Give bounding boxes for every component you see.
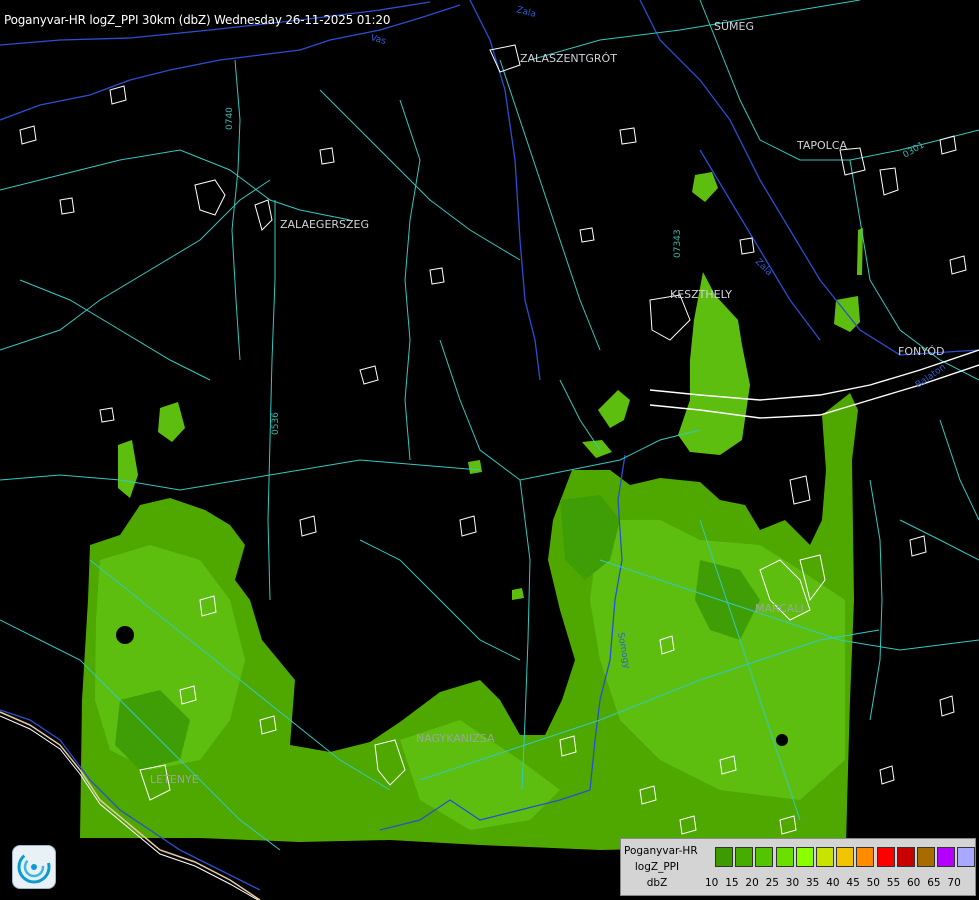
river-label-zala-east: Zala xyxy=(753,257,774,278)
legend-swatch xyxy=(836,847,855,867)
legend-swatch xyxy=(896,847,915,867)
legend-tick-label: 65 xyxy=(927,877,941,889)
echo-dot xyxy=(468,460,482,474)
place-fonyod: FONYÓD xyxy=(898,345,944,358)
legend-tick-label: 50 xyxy=(866,877,880,889)
place-zalaszentgrot: ZALASZENTGRÓT xyxy=(520,52,617,65)
legend-title-radar: Poganyvar-HR xyxy=(624,845,698,857)
echo-hole-1 xyxy=(116,626,134,644)
echo-north-small xyxy=(692,172,718,202)
echo-mid-patch-2 xyxy=(582,440,612,458)
legend-tick-label: 30 xyxy=(785,877,800,889)
road-label-0740: 0740 xyxy=(225,107,235,130)
place-letenye: LETENYE xyxy=(150,773,199,786)
legend-swatch xyxy=(937,847,956,867)
road-label-0301: 0301 xyxy=(902,140,927,160)
road-label-0536: 0536 xyxy=(271,412,281,435)
river-label-zala-north: Zala xyxy=(515,5,537,20)
legend-swatch xyxy=(916,847,935,867)
place-marcali: MARCALI xyxy=(755,602,804,615)
legend-swatch xyxy=(715,847,733,867)
met-service-logo xyxy=(12,845,56,889)
legend-swatch xyxy=(957,847,976,867)
place-keszthely: KESZTHELY xyxy=(670,288,732,301)
legend-tick-label: 20 xyxy=(745,877,759,889)
legend-swatch xyxy=(735,847,754,867)
legend-tick-label: 25 xyxy=(765,877,779,889)
road-number-labels: 0740 0536 07343 0301 xyxy=(225,107,926,435)
place-zalaegerszeg: ZALAEGERSZEG xyxy=(280,218,369,231)
river-label-vas: Vas xyxy=(369,33,387,47)
legend-unit: dbZ xyxy=(646,877,668,889)
dbz-color-legend: Poganyvar-HR logZ_PPI dbZ 10 15 20 25 30 35 40… xyxy=(620,838,976,896)
road-label-07343: 07343 xyxy=(673,229,683,258)
radar-map[interactable]: SÜMEG ZALASZENTGRÓT TAPOLCA ZALAEGERSZEG… xyxy=(0,0,979,900)
place-nagykanizsa: NAGYKANIZSA xyxy=(416,732,495,745)
echo-west-small-2 xyxy=(118,440,138,498)
echo-dot-2 xyxy=(512,588,524,600)
river-east xyxy=(639,0,979,356)
legend-tick-label: 45 xyxy=(846,877,860,889)
legend-ticks: 10 15 20 25 30 35 40 45 50 55 60 65 70 xyxy=(705,877,975,891)
legend-swatch xyxy=(876,847,895,867)
legend-tick-label: 15 xyxy=(725,877,739,889)
echo-west-small-1 xyxy=(158,402,185,442)
legend-tick-label: 10 xyxy=(705,877,719,889)
legend-swatch xyxy=(856,847,875,867)
place-tapolca: TAPOLCA xyxy=(796,139,847,152)
legend-tick-label: 70 xyxy=(947,877,961,889)
legend-tick-label: 40 xyxy=(826,877,840,889)
place-sumeg: SÜMEG xyxy=(714,20,754,33)
swirl-icon xyxy=(17,850,51,884)
legend-swatch xyxy=(755,847,774,867)
echo-mid-patch xyxy=(598,390,630,428)
legend-tick-label: 35 xyxy=(806,877,820,889)
legend-swatch xyxy=(795,847,814,867)
legend-swatch xyxy=(815,847,834,867)
legend-swatches xyxy=(715,847,977,867)
radar-echo-layer xyxy=(80,172,863,850)
legend-tick-label: 55 xyxy=(886,877,901,889)
legend-swatch xyxy=(775,847,794,867)
echo-hole-2 xyxy=(776,734,788,746)
map-title: Poganyvar-HR logZ_PPI 30km (dbZ) Wednesd… xyxy=(4,13,391,27)
legend-title-product: logZ_PPI xyxy=(634,861,680,873)
legend-tick-label: 60 xyxy=(907,877,921,889)
